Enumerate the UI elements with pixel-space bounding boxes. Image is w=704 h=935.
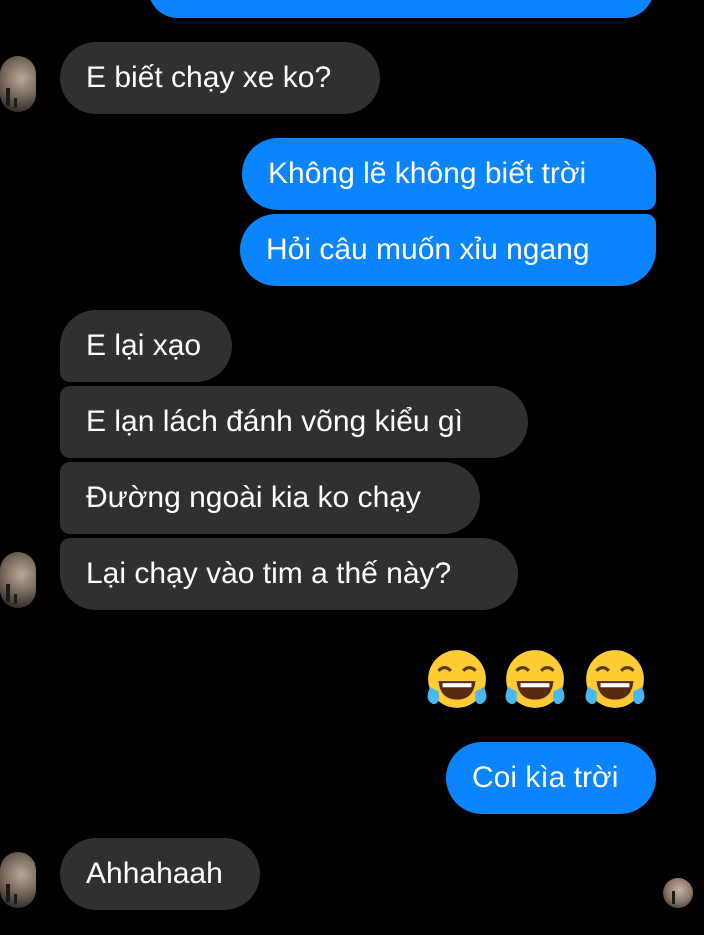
- message-text: Đường ngoài kia ko chạy: [86, 481, 421, 514]
- message-text: E biết chạy xe ko?: [86, 61, 332, 94]
- message-text: Hỏi câu muốn xỉu ngang: [266, 233, 590, 266]
- contact-avatar[interactable]: [0, 56, 36, 112]
- seen-receipt-avatar: [663, 878, 693, 908]
- incoming-message[interactable]: Đường ngoài kia ko chạy: [60, 462, 480, 534]
- incoming-message[interactable]: E biết chạy xe ko?: [60, 42, 380, 114]
- incoming-message[interactable]: Ahhahaah: [60, 838, 260, 910]
- outgoing-message[interactable]: Hỏi câu muốn xỉu ngang: [240, 214, 656, 286]
- contact-avatar[interactable]: [0, 552, 36, 608]
- contact-avatar[interactable]: [0, 852, 36, 908]
- message-text: Coi kìa trời: [472, 761, 619, 794]
- message-text: Ahhahaah: [86, 857, 223, 890]
- incoming-message[interactable]: E lạn lách đánh võng kiểu gì: [60, 386, 528, 458]
- outgoing-bubble-partial[interactable]: [148, 0, 654, 18]
- face-with-tears-of-joy-icon: [585, 650, 645, 708]
- message-text: E lại xạo: [86, 329, 202, 362]
- outgoing-message[interactable]: Coi kìa trời: [446, 742, 656, 814]
- message-text: Không lẽ không biết trời: [268, 157, 587, 190]
- face-with-tears-of-joy-icon: [427, 650, 487, 708]
- message-text: Lại chạy vào tim a thế này?: [86, 557, 452, 590]
- outgoing-message[interactable]: Không lẽ không biết trời: [242, 138, 656, 210]
- incoming-message[interactable]: E lại xạo: [60, 310, 232, 382]
- incoming-message[interactable]: Lại chạy vào tim a thế này?: [60, 538, 518, 610]
- face-with-tears-of-joy-icon: [505, 650, 565, 708]
- message-text: E lạn lách đánh võng kiểu gì: [86, 405, 463, 438]
